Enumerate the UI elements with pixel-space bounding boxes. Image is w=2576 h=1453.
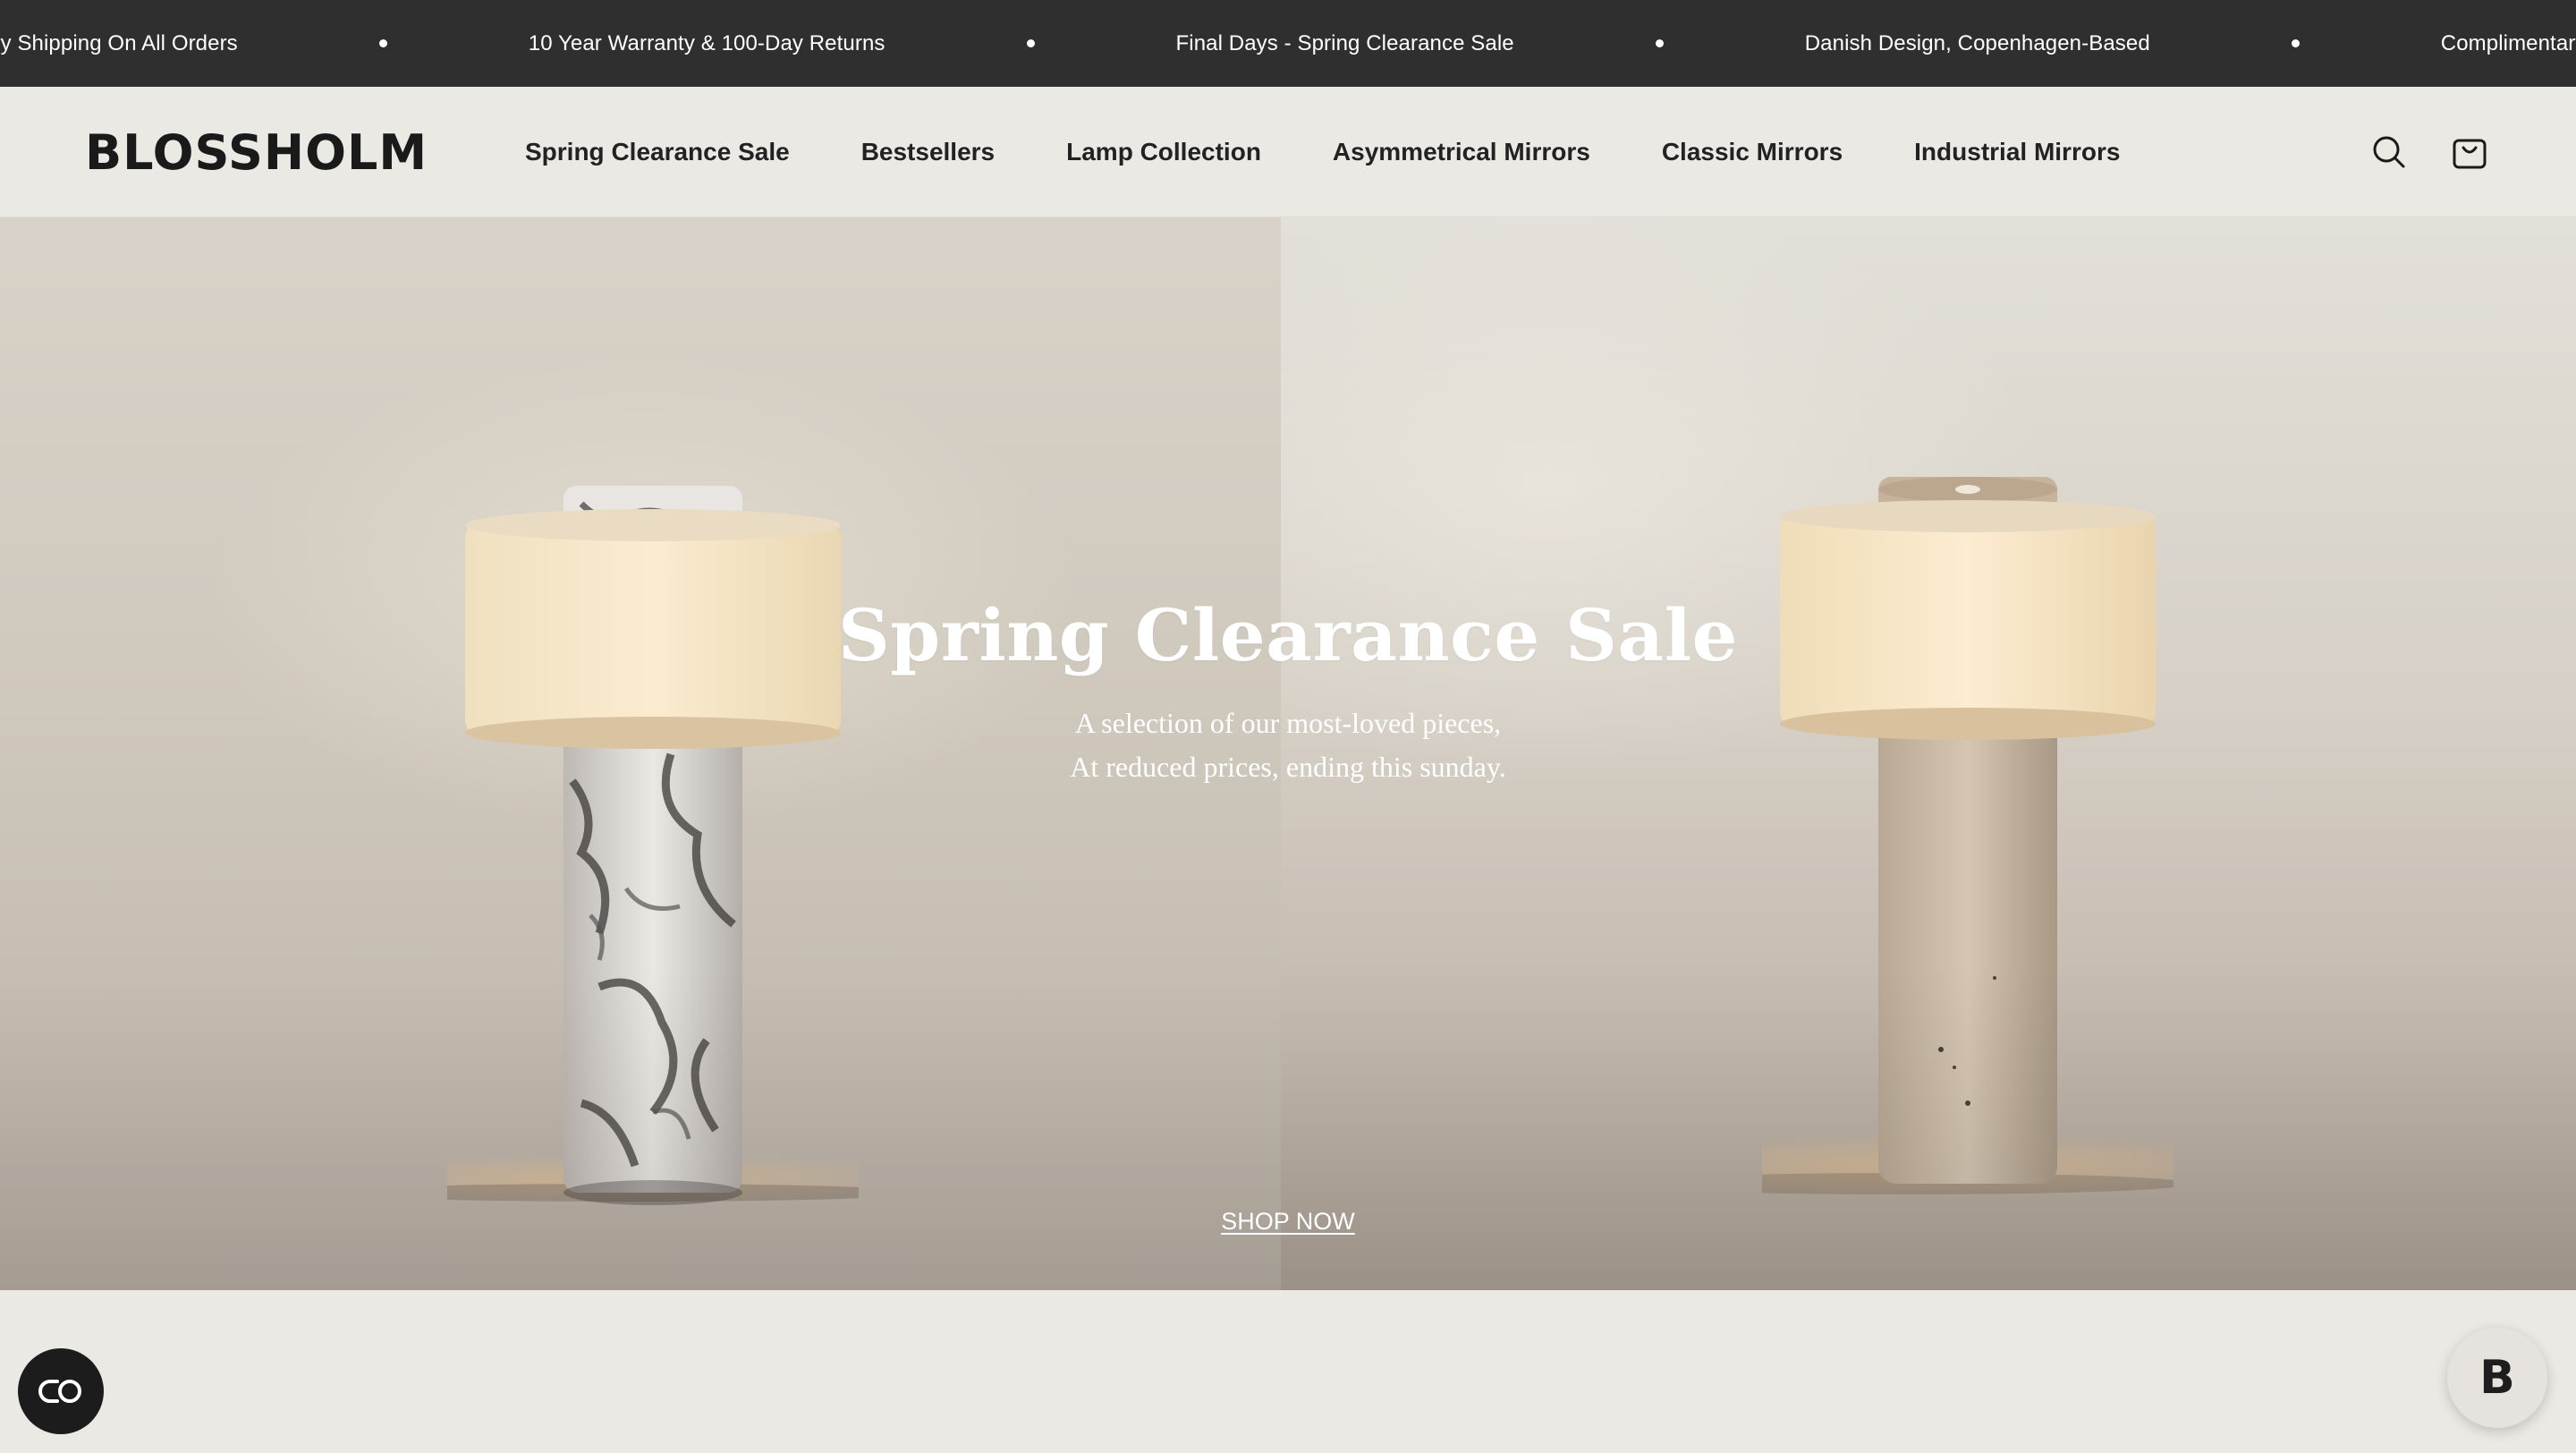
hero-subtitle-line-2: At reduced prices, ending this sunday.	[1070, 751, 1506, 783]
announcement-separator	[1026, 39, 1035, 47]
nav-item-classic-mirrors[interactable]: Classic Mirrors	[1662, 138, 1843, 166]
hero-subtitle-line-1: A selection of our most-loved pieces,	[1074, 707, 1502, 739]
shop-now-link-wrapper: SHOP NOW	[0, 1208, 2576, 1236]
announcement-separator	[2291, 39, 2300, 47]
brand-logo[interactable]: BLOSSHOLM	[85, 126, 428, 180]
hero-gradient-overlay	[0, 968, 2576, 1290]
accessibility-widget-button[interactable]	[18, 1348, 104, 1434]
nav-item-asymmetrical-mirrors[interactable]: Asymmetrical Mirrors	[1333, 138, 1590, 166]
accessibility-icon	[38, 1380, 81, 1403]
announcement-bar: Complimentary Shipping On All Orders 10 …	[0, 0, 2576, 87]
brand-chat-label: B	[2479, 1351, 2515, 1405]
search-icon[interactable]	[2368, 132, 2410, 173]
announcement-item: Danish Design, Copenhagen-Based	[1804, 30, 2150, 55]
brand-chat-button[interactable]: B	[2447, 1328, 2547, 1428]
nav-item-spring-clearance-sale[interactable]: Spring Clearance Sale	[525, 138, 790, 166]
announcement-track: Complimentary Shipping On All Orders 10 …	[0, 0, 2576, 87]
hero-banner[interactable]: Spring Clearance Sale A selection of our…	[0, 217, 2576, 1290]
announcement-item: Complimentary Shipping On All Orders	[0, 30, 238, 55]
announcement-item: 10 Year Warranty & 100-Day Returns	[528, 30, 886, 55]
announcement-separator	[378, 39, 387, 47]
announcement-separator	[1655, 39, 1664, 47]
announcement-item: Complimentary Shipping On All Orders	[2440, 30, 2576, 55]
hero-title: Spring Clearance Sale	[837, 593, 1738, 677]
nav-item-lamp-collection[interactable]: Lamp Collection	[1066, 138, 1261, 166]
main-nav: Spring Clearance Sale Bestsellers Lamp C…	[525, 87, 2191, 217]
site-header: BLOSSHOLM Spring Clearance Sale Bestsell…	[0, 87, 2576, 217]
next-section	[0, 1290, 2576, 1453]
nav-item-bestsellers[interactable]: Bestsellers	[861, 138, 995, 166]
announcement-item: Final Days - Spring Clearance Sale	[1175, 30, 1514, 55]
bag-icon[interactable]	[2449, 132, 2490, 173]
shop-now-link[interactable]: SHOP NOW	[1221, 1208, 1355, 1235]
nav-item-industrial-mirrors[interactable]: Industrial Mirrors	[1914, 138, 2120, 166]
